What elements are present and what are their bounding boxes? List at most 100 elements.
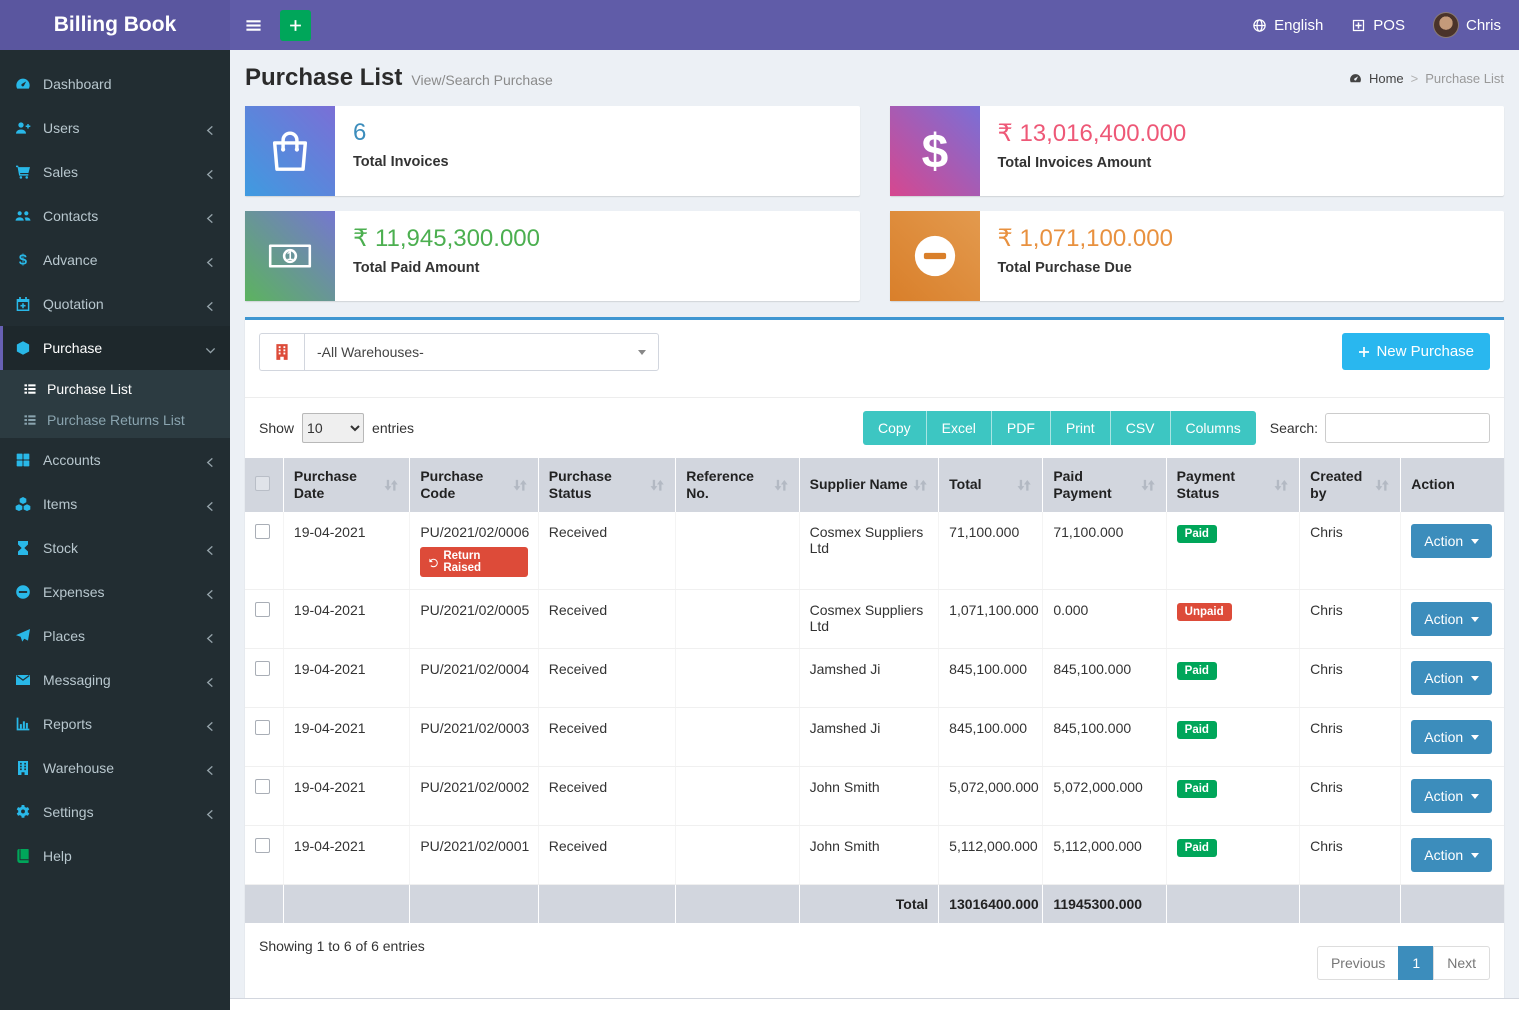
sidebar-item-help[interactable]: Help: [0, 834, 230, 878]
new-purchase-button[interactable]: New Purchase: [1342, 333, 1490, 370]
purchase-code-text: PU/2021/02/0005: [420, 602, 527, 618]
sort-icon[interactable]: [512, 478, 528, 492]
export-button-pdf[interactable]: PDF: [991, 411, 1050, 445]
sort-icon[interactable]: [912, 478, 928, 492]
sidebar-item-accounts[interactable]: Accounts: [0, 438, 230, 482]
sort-icon[interactable]: [383, 478, 399, 492]
sidebar-item-expenses[interactable]: Expenses: [0, 570, 230, 614]
table-footer-row: Total13016400.00011945300.000: [245, 885, 1504, 924]
action-dropdown-button[interactable]: Action: [1411, 838, 1492, 872]
footer-empty-cell: [410, 885, 538, 924]
row-checkbox[interactable]: [255, 661, 270, 676]
column-header-created-by[interactable]: Created by: [1300, 458, 1401, 512]
sidebar-item-purchase[interactable]: Purchase: [0, 326, 230, 370]
sidebar-item-warehouse[interactable]: Warehouse: [0, 746, 230, 790]
quick-add-button[interactable]: [280, 10, 311, 41]
row-checkbox[interactable]: [255, 779, 270, 794]
cell-total: 5,112,000.000: [939, 826, 1043, 885]
pos-button[interactable]: POS: [1351, 17, 1405, 34]
column-header-paid-payment[interactable]: Paid Payment: [1043, 458, 1166, 512]
sort-icon[interactable]: [773, 478, 789, 492]
sidebar-item-dashboard[interactable]: Dashboard: [0, 62, 230, 106]
sidebar-item-settings[interactable]: Settings: [0, 790, 230, 834]
sidebar-item-stock[interactable]: Stock: [0, 526, 230, 570]
sidebar-item-purchase-returns-list[interactable]: Purchase Returns List: [0, 404, 230, 435]
sidebar-item-sales[interactable]: Sales: [0, 150, 230, 194]
sort-icon[interactable]: [1140, 478, 1156, 492]
action-dropdown-button[interactable]: Action: [1411, 661, 1492, 695]
column-header-purchase-code[interactable]: Purchase Code: [410, 458, 538, 512]
sidebar-item-users[interactable]: Users: [0, 106, 230, 150]
select-all-checkbox[interactable]: [255, 476, 270, 491]
column-header-inner: Purchase Code: [420, 468, 527, 503]
column-header-action[interactable]: Action: [1401, 458, 1504, 512]
row-checkbox[interactable]: [255, 524, 270, 539]
cell-supplier-name: Jamshed Ji: [799, 708, 939, 767]
column-header-total[interactable]: Total: [939, 458, 1043, 512]
export-button-csv[interactable]: CSV: [1110, 411, 1170, 445]
new-purchase-label: New Purchase: [1376, 343, 1474, 360]
row-checkbox[interactable]: [255, 838, 270, 853]
purchase-code-text: PU/2021/02/0003: [420, 720, 527, 736]
column-header-reference-no[interactable]: Reference No.: [676, 458, 799, 512]
sort-icon[interactable]: [649, 478, 665, 492]
sidebar-item-label: Contacts: [43, 208, 98, 224]
sidebar-item-purchase-list[interactable]: Purchase List: [0, 373, 230, 404]
cart-icon: [15, 164, 31, 180]
language-menu[interactable]: English: [1252, 17, 1323, 34]
action-dropdown-button[interactable]: Action: [1411, 779, 1492, 813]
sidebar-item-reports[interactable]: Reports: [0, 702, 230, 746]
sidebar-item-contacts[interactable]: Contacts: [0, 194, 230, 238]
action-dropdown-button[interactable]: Action: [1411, 602, 1492, 636]
avatar: [1433, 12, 1459, 38]
export-button-copy[interactable]: Copy: [863, 411, 926, 445]
page-size-select[interactable]: 10: [302, 413, 364, 443]
row-checkbox[interactable]: [255, 602, 270, 617]
sidebar-item-places[interactable]: Places: [0, 614, 230, 658]
plus-icon: [289, 19, 302, 32]
column-header-supplier-name[interactable]: Supplier Name: [799, 458, 939, 512]
footer-total-value: 13016400.000: [939, 885, 1043, 924]
search-input[interactable]: [1325, 413, 1490, 443]
column-header-label: Total: [949, 476, 1014, 494]
warehouse-select[interactable]: -All Warehouses-: [304, 333, 659, 371]
stat-card-value: 6: [353, 119, 449, 147]
column-header-payment-status[interactable]: Payment Status: [1166, 458, 1299, 512]
user-menu[interactable]: Chris: [1433, 12, 1501, 38]
footer-total-label: Total: [799, 885, 939, 924]
export-button-columns[interactable]: Columns: [1170, 411, 1256, 445]
bars-icon: [245, 17, 262, 34]
sidebar-item-label: Messaging: [43, 672, 111, 688]
sidebar-item-messaging[interactable]: Messaging: [0, 658, 230, 702]
row-checkbox[interactable]: [255, 720, 270, 735]
grid-icon: [15, 452, 31, 468]
building-icon: [273, 343, 291, 361]
breadcrumb-home[interactable]: Home: [1369, 71, 1404, 86]
sort-icon[interactable]: [1374, 478, 1390, 492]
stat-card-label: Total Paid Amount: [353, 260, 540, 276]
table-row: 19-04-2021PU/2021/02/0003ReceivedJamshed…: [245, 708, 1504, 767]
column-header-purchase-date[interactable]: Purchase Date: [283, 458, 409, 512]
sort-icon[interactable]: [1273, 478, 1289, 492]
action-dropdown-button[interactable]: Action: [1411, 720, 1492, 754]
column-header-purchase-status[interactable]: Purchase Status: [538, 458, 676, 512]
stat-card-icon-box: [890, 211, 980, 301]
sidebar-item-quotation[interactable]: Quotation: [0, 282, 230, 326]
sidebar-toggle-button[interactable]: [230, 0, 276, 50]
cell-reference-no: [676, 649, 799, 708]
export-button-print[interactable]: Print: [1050, 411, 1110, 445]
pagination-page-1[interactable]: 1: [1398, 946, 1434, 980]
cell-purchase-status: Received: [538, 590, 676, 649]
sidebar-item-items[interactable]: Items: [0, 482, 230, 526]
warehouse-selected-value: -All Warehouses-: [317, 344, 424, 360]
app-logo[interactable]: Billing Book: [0, 0, 230, 50]
sort-icon[interactable]: [1016, 478, 1032, 492]
action-dropdown-button[interactable]: Action: [1411, 524, 1492, 558]
export-button-excel[interactable]: Excel: [926, 411, 991, 445]
cell-payment-status: Paid: [1166, 512, 1299, 590]
pagination-next[interactable]: Next: [1433, 946, 1490, 980]
stat-card-body: 6Total Invoices: [335, 106, 467, 196]
return-raised-badge[interactable]: Return Raised: [420, 547, 527, 577]
sidebar-item-advance[interactable]: $Advance: [0, 238, 230, 282]
pagination-previous[interactable]: Previous: [1317, 946, 1399, 980]
